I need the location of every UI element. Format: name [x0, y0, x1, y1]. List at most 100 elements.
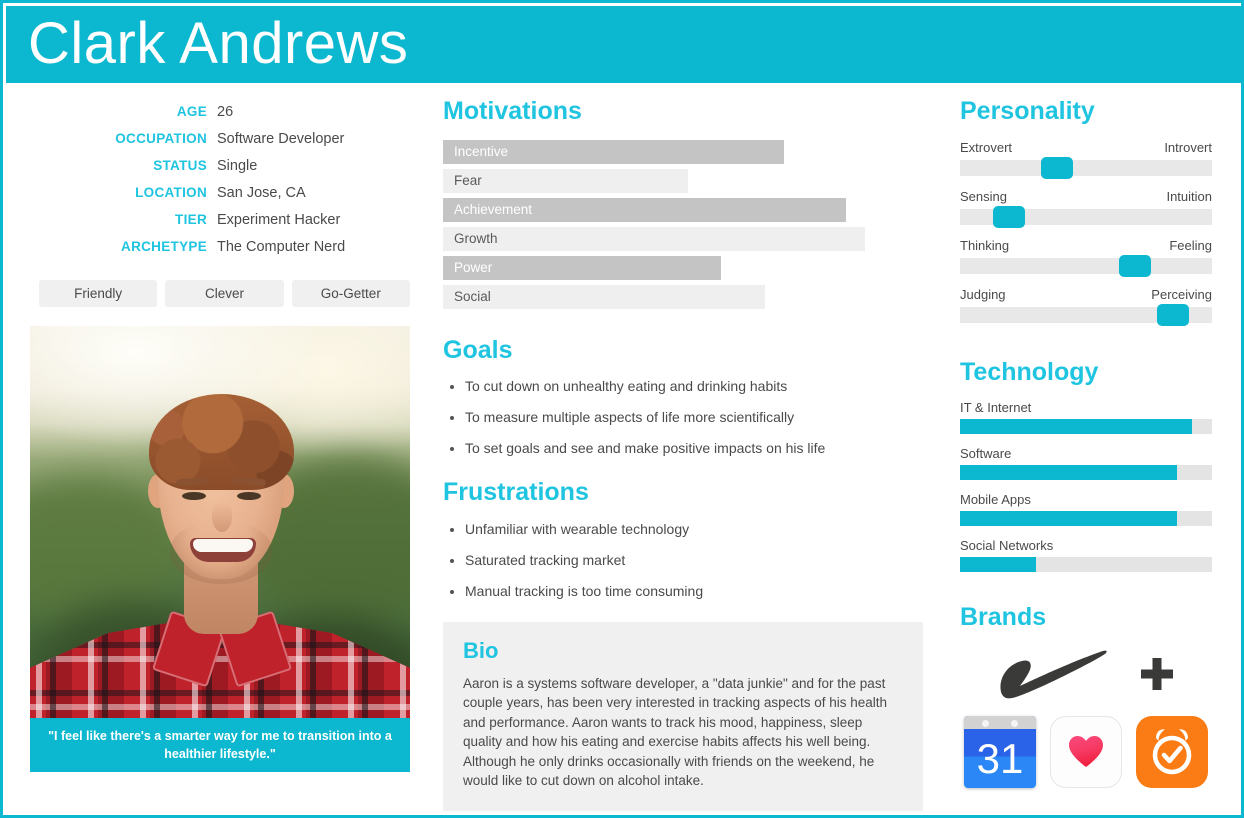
technology-track [960, 419, 1212, 434]
attribute-label-archetype: ARCHETYPE [121, 239, 207, 254]
attribute-label-occupation: OCCUPATION [115, 131, 207, 146]
list-item: Manual tracking is too time consuming [465, 583, 923, 600]
motivation-row-incentive: Incentive [443, 139, 923, 164]
bio-heading: Bio [463, 637, 499, 663]
attribute-value-age: 26 [217, 103, 234, 120]
personality-scale-judging-perceiving: Judging Perceiving [960, 286, 1212, 326]
technology-label: Mobile Apps [960, 492, 1031, 507]
attribute-table: AGE 26 OCCUPATION Software Developer STA… [30, 98, 410, 260]
attribute-value-location: San Jose, CA [217, 184, 306, 201]
persona-page: Clark Andrews AGE 26 OCCUPATION Software… [0, 0, 1244, 818]
trait-tag-go-getter[interactable]: Go-Getter [291, 280, 410, 307]
personality-scale-extrovert-introvert: Extrovert Introvert [960, 140, 1212, 179]
google-calendar-icon[interactable]: 31 [964, 715, 1036, 788]
personality-scale-sensing-intuition: Sensing Intuition [960, 189, 1212, 228]
personality-scale-thinking-feeling: Thinking Feeling [960, 238, 1212, 277]
table-row: TIER Experiment Hacker [30, 206, 410, 233]
table-row: ARCHETYPE The Computer Nerd [30, 233, 410, 260]
alarm-clock-icon[interactable] [1136, 715, 1208, 788]
motivations-heading: Motivations [443, 97, 582, 125]
calendar-binding [964, 715, 1036, 729]
smiling-mouth [190, 538, 256, 562]
technology-fill [960, 419, 1192, 434]
attribute-label-age: AGE [176, 104, 207, 119]
motivation-row-growth: Growth [443, 226, 923, 251]
calendar-hole [1011, 719, 1018, 727]
main-column: Motivations Incentive Fear Achievement G… [443, 97, 923, 811]
slider-track[interactable] [960, 205, 1212, 228]
persona-photo: "I feel like there's a smarter way for m… [30, 326, 410, 772]
scale-label-left: Sensing [960, 188, 1007, 204]
slider-track[interactable] [960, 156, 1212, 179]
attribute-value-tier: Experiment Hacker [217, 211, 341, 228]
attribute-value-archetype: The Computer Nerd [217, 238, 346, 255]
list-item: To measure multiple aspects of life more… [465, 409, 923, 426]
table-row: STATUS Single [30, 152, 410, 179]
motivation-bar-growth: Growth [443, 226, 866, 251]
table-row: AGE 26 [30, 98, 410, 125]
scale-label-left: Thinking [960, 237, 1010, 253]
brand-logo-group: 31 [960, 638, 1212, 788]
apple-health-icon[interactable] [1050, 715, 1122, 788]
technology-fill [960, 557, 1036, 572]
frustrations-list: Unfamiliar with wearable technology Satu… [443, 521, 923, 600]
attribute-label-status: STATUS [153, 158, 207, 173]
technology-track [960, 557, 1212, 572]
list-item: To cut down on unhealthy eating and drin… [465, 378, 923, 395]
scale-labels: Thinking Feeling [960, 238, 1212, 253]
technology-heading: Technology [960, 357, 1099, 386]
motivations-chart: Incentive Fear Achievement Growth Power … [443, 139, 923, 309]
slider-thumb[interactable] [1156, 303, 1189, 326]
slider-thumb[interactable] [992, 205, 1025, 228]
technology-fill [960, 465, 1177, 480]
technology-label: Software [960, 446, 1012, 461]
scale-label-left: Judging [960, 286, 1006, 302]
technology-item-mobile-apps: Mobile Apps [960, 492, 1212, 526]
attribute-table-body: AGE 26 OCCUPATION Software Developer STA… [30, 98, 410, 260]
table-row: LOCATION San Jose, CA [30, 179, 410, 206]
eye [237, 492, 261, 500]
teeth [193, 539, 253, 552]
goals-heading: Goals [443, 335, 513, 364]
page-title: Clark Andrews [28, 11, 409, 76]
persona-quote: "I feel like there's a smarter way for m… [30, 718, 410, 772]
motivation-row-achievement: Achievement [443, 197, 923, 222]
eye [182, 492, 206, 500]
slider-track[interactable] [960, 303, 1212, 326]
attribute-label-tier: TIER [175, 212, 207, 227]
scale-labels: Sensing Intuition [960, 189, 1212, 204]
motivation-bar-power: Power [443, 255, 722, 280]
alarm-clock-check-icon [1152, 728, 1192, 774]
header-banner: Clark Andrews [6, 6, 1244, 83]
technology-fill [960, 511, 1177, 526]
attribute-label-location: LOCATION [135, 185, 207, 200]
slider-thumb[interactable] [1118, 254, 1151, 277]
bio-card: Bio Aaron is a systems software develope… [443, 621, 923, 811]
goals-list: To cut down on unhealthy eating and drin… [443, 378, 923, 457]
motivation-bar-fear: Fear [443, 168, 688, 193]
metrics-column: Personality Extrovert Introvert Sensing … [960, 97, 1212, 788]
technology-item-social-networks: Social Networks [960, 538, 1212, 572]
motivation-bar-social: Social [443, 284, 765, 309]
slider-thumb[interactable] [1040, 156, 1073, 179]
nike-swoosh-icon [999, 650, 1107, 698]
scale-labels: Extrovert Introvert [960, 140, 1212, 155]
scale-label-left: Extrovert [960, 139, 1013, 155]
scale-label-right: Perceiving [1151, 286, 1212, 302]
technology-track [960, 465, 1212, 480]
table-row: OCCUPATION Software Developer [30, 125, 410, 152]
scale-label-right: Intuition [1166, 188, 1212, 204]
personality-sliders: Extrovert Introvert Sensing Intuition Th… [960, 140, 1212, 326]
technology-label: IT & Internet [960, 400, 1032, 415]
profile-column: AGE 26 OCCUPATION Software Developer STA… [30, 98, 410, 772]
trait-tag-friendly[interactable]: Friendly [39, 280, 158, 307]
attribute-value-occupation: Software Developer [217, 130, 345, 147]
scale-label-right: Introvert [1164, 139, 1212, 155]
trait-tag-clever[interactable]: Clever [165, 280, 284, 307]
attribute-value-status: Single [217, 157, 258, 174]
brand-app-icons: 31 [960, 715, 1212, 788]
hair [149, 394, 294, 490]
slider-track[interactable] [960, 254, 1212, 277]
list-item: To set goals and see and make positive i… [465, 440, 923, 457]
photo-person [30, 326, 410, 772]
